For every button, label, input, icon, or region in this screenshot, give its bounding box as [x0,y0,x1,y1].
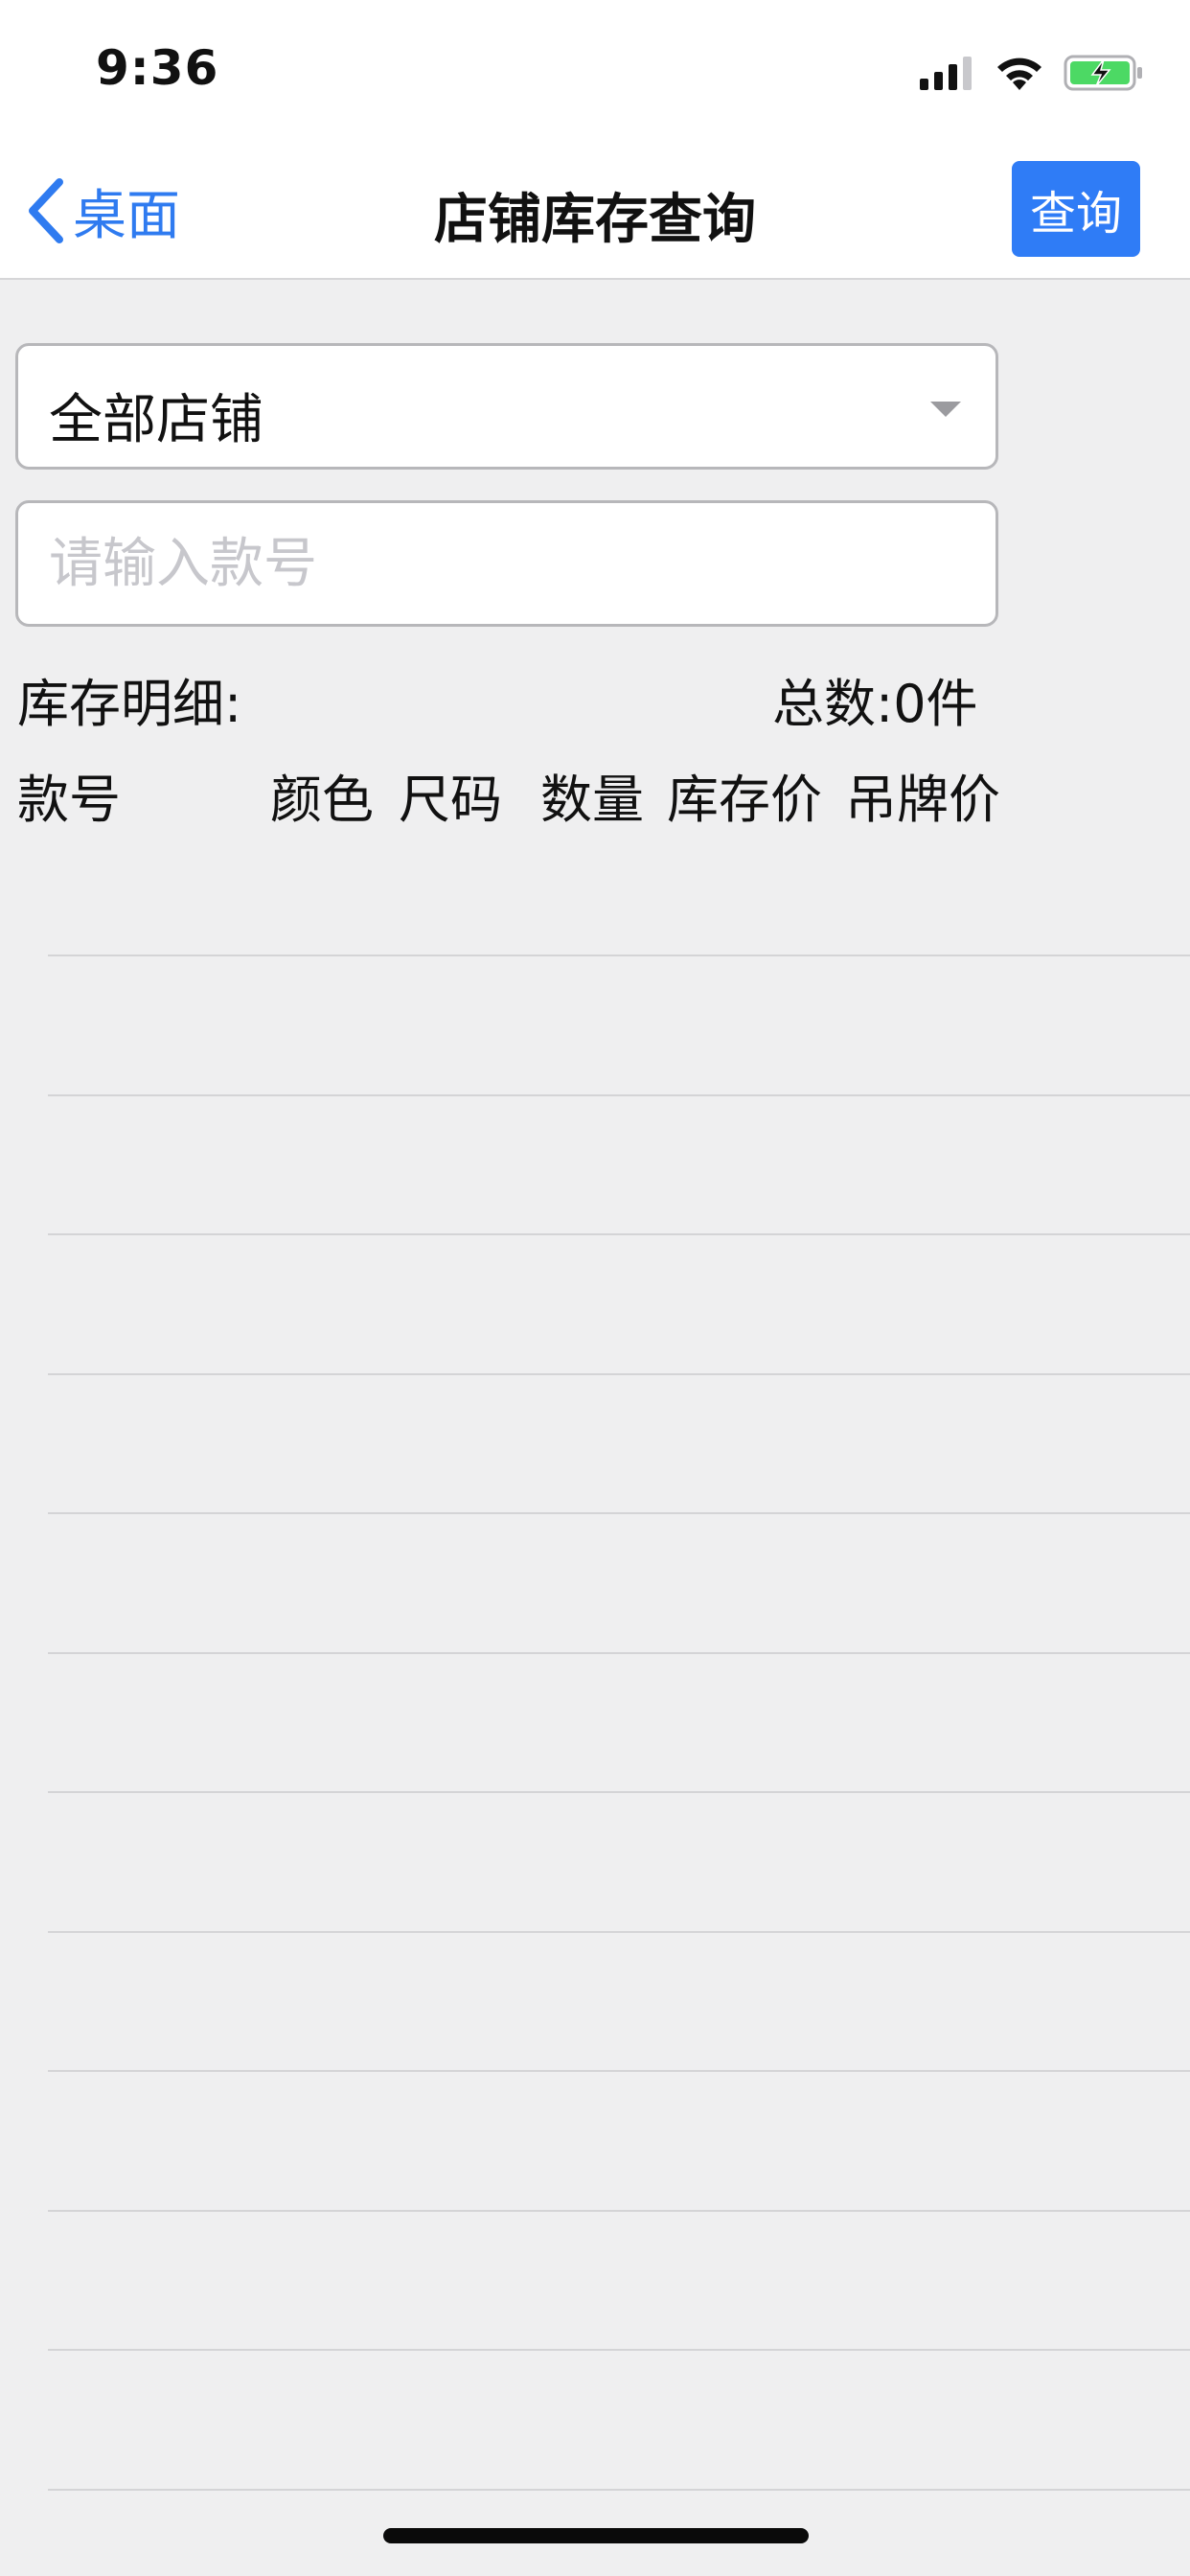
table-row [48,1791,1190,1931]
battery-charging-icon [1064,55,1142,91]
table-row [48,2349,1190,2489]
column-header-quantity: 数量 [540,770,644,830]
home-indicator[interactable] [383,2528,809,2543]
column-header-color: 颜色 [270,770,374,830]
status-time: 9:36 [96,40,219,96]
table-row [48,1930,1190,2071]
status-icons [918,54,1144,92]
total-count-label: 总数:0件 [772,674,978,734]
store-select[interactable]: 全部店铺 [15,343,998,470]
wifi-icon [997,58,1041,90]
store-select-value: 全部店铺 [49,389,263,451]
query-button[interactable]: 查询 [1012,161,1140,257]
cellular-signal-icon [920,57,972,90]
table-row [48,1651,1190,1792]
style-number-input[interactable] [15,500,998,627]
table-row [48,2070,1190,2210]
column-header-style: 款号 [17,770,121,830]
column-header-size: 尺码 [399,770,502,830]
table-row [48,1512,1190,1652]
table-row [48,1372,1190,1513]
table-row [48,2209,1190,2350]
column-header-tag-price: 吊牌价 [845,770,1000,830]
column-header-stock-price: 库存价 [667,770,822,830]
navigation-bar: 桌面 店铺库存查询 查询 [0,144,1190,280]
status-bar: 9:36 [0,0,1190,144]
table-row [48,1233,1190,1373]
caret-down-icon [930,402,961,417]
table-header: 款号 颜色 尺码 数量 库存价 吊牌价 [0,757,1190,830]
inventory-detail-label: 库存明细: [17,674,242,734]
table-body [48,954,1190,2576]
table-row [48,954,1190,1094]
table-row [48,1093,1190,1234]
